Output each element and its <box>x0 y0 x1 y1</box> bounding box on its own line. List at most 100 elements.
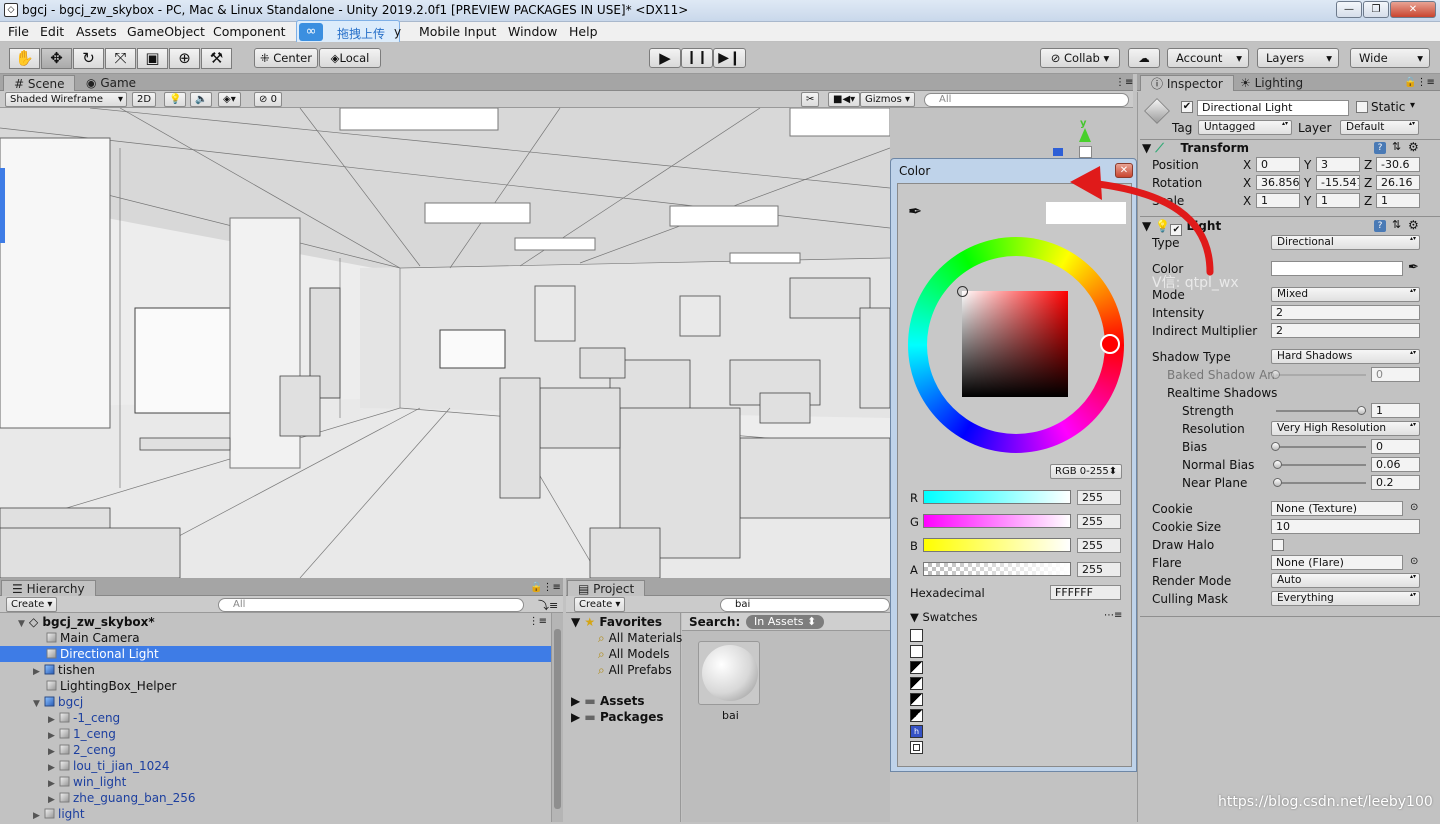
render-mode-dropdown[interactable]: Auto <box>1271 573 1420 588</box>
strength-slider-track[interactable] <box>1276 410 1366 412</box>
swatch-white[interactable] <box>910 645 923 658</box>
a-slider[interactable] <box>923 562 1071 576</box>
scale-x-field[interactable]: 1 <box>1256 193 1300 208</box>
cloud-services-button[interactable]: ☁ <box>1128 48 1160 68</box>
draw-halo-checkbox[interactable] <box>1272 539 1284 551</box>
favorites-row[interactable]: ▼ ★ Favorites <box>571 615 662 629</box>
resolution-dropdown[interactable]: Very High Resolution <box>1271 421 1420 436</box>
bias-field[interactable]: 0 <box>1371 439 1420 454</box>
pause-button[interactable]: ❙❙ <box>681 48 713 68</box>
menu-component[interactable]: Component <box>213 24 286 39</box>
baked-shadow-slider-knob[interactable] <box>1271 370 1280 379</box>
project-search-input[interactable]: bai <box>720 598 890 612</box>
swatches-label[interactable]: ▼ Swatches <box>910 610 977 624</box>
color-swatch-field[interactable] <box>1271 261 1403 276</box>
normal-bias-field[interactable]: 0.06 <box>1371 457 1420 472</box>
near-plane-slider-track[interactable] <box>1276 482 1366 484</box>
light-preset-icon[interactable]: ⇅ <box>1392 218 1401 231</box>
project-create-dropdown[interactable]: Create ▾ <box>574 597 626 612</box>
swatch-black-white[interactable] <box>910 693 923 706</box>
folder-row[interactable]: ▶ ▬ Packages <box>571 710 664 724</box>
scene-fx-dropdown-icon[interactable]: ◈▾ <box>218 92 241 107</box>
menu-mobile-input[interactable]: Mobile Input <box>419 24 496 39</box>
folder-row[interactable]: ▶ ▬ Assets <box>571 694 645 708</box>
flare-picker-icon[interactable]: ⊙ <box>1410 556 1418 567</box>
position-z-field[interactable]: -30.6 <box>1376 157 1420 172</box>
list-item[interactable]: ▶ lou_ti_jian_1024 <box>0 758 551 774</box>
light-settings-icon[interactable]: ⚙ <box>1408 218 1419 232</box>
position-x-field[interactable]: 0 <box>1256 157 1300 172</box>
near-plane-slider-knob[interactable] <box>1273 478 1282 487</box>
minimize-button[interactable]: — <box>1336 1 1362 18</box>
strength-field[interactable]: 1 <box>1371 403 1420 418</box>
scene-orientation-gizmo[interactable]: y <box>1050 118 1130 158</box>
rotation-z-field[interactable]: 26.16 <box>1376 175 1420 190</box>
active-checkbox[interactable]: ✔ <box>1181 101 1193 113</box>
swatch-black-white[interactable] <box>910 661 923 674</box>
hierarchy-search-input[interactable]: All <box>218 598 524 612</box>
hierarchy-lock-icon[interactable]: 🔒⋮≡ <box>530 582 561 593</box>
normal-bias-slider-knob[interactable] <box>1273 460 1282 469</box>
swatch-hdr[interactable]: h <box>910 725 923 738</box>
list-item[interactable]: Main Camera <box>0 630 551 646</box>
maximize-button[interactable]: ❐ <box>1363 1 1389 18</box>
transform-tool-icon[interactable]: ⊕ <box>169 48 200 69</box>
near-plane-field[interactable]: 0.2 <box>1371 475 1420 490</box>
hex-field[interactable]: FFFFFF <box>1050 585 1121 600</box>
scene-visibility-toggle[interactable]: ⊘ 0 <box>254 92 282 107</box>
transform-preset-icon[interactable]: ⇅ <box>1392 140 1401 153</box>
mode-dropdown[interactable]: Mixed <box>1271 287 1420 302</box>
rect-tool-icon[interactable]: ▣ <box>137 48 168 69</box>
layout-dropdown[interactable]: Wide ▾ <box>1350 48 1430 68</box>
baked-shadow-slider-track[interactable] <box>1276 374 1366 376</box>
swatch-black-white[interactable] <box>910 677 923 690</box>
rotation-y-field[interactable]: -15.547 <box>1316 175 1360 190</box>
scene-search-input[interactable]: All <box>924 93 1129 107</box>
tab-hierarchy[interactable]: ☰ Hierarchy <box>1 580 96 596</box>
static-checkbox[interactable] <box>1356 101 1368 113</box>
transform-settings-icon[interactable]: ⚙ <box>1408 140 1419 154</box>
hierarchy-scrollbar[interactable] <box>551 613 563 822</box>
list-item[interactable]: ▶ light <box>0 806 551 822</box>
hierarchy-create-dropdown[interactable]: Create ▾ <box>6 597 58 612</box>
r-slider[interactable] <box>923 490 1071 504</box>
step-button[interactable]: ▶❙ <box>713 48 746 68</box>
menu-assets[interactable]: Assets <box>76 24 117 39</box>
list-item[interactable]: ▶ win_light <box>0 774 551 790</box>
tab-project[interactable]: ▤ Project <box>567 580 646 596</box>
eyedropper-icon[interactable]: ✒ <box>1408 260 1419 275</box>
tab-scene[interactable]: # Scene <box>3 75 76 91</box>
favorite-item[interactable]: ⌕ All Materials <box>598 631 682 646</box>
menu-gameobject[interactable]: GameObject <box>127 24 205 39</box>
hierarchy-filter-icon[interactable]: ⤵≡ <box>538 597 558 613</box>
search-scope-dropdown[interactable]: In Assets ⬍ <box>746 615 824 629</box>
bias-slider-track[interactable] <box>1276 446 1366 448</box>
r-field[interactable]: 255 <box>1077 490 1121 505</box>
tab-inspector[interactable]: ⓘ Inspector <box>1140 75 1234 91</box>
list-item-selected[interactable]: Directional Light <box>0 646 551 662</box>
light-help-icon[interactable]: ? <box>1374 220 1386 232</box>
material-thumbnail[interactable] <box>698 641 760 705</box>
picker-eyedropper-icon[interactable]: ✒ <box>908 202 922 222</box>
scale-tool-icon[interactable]: ⤧ <box>105 48 136 69</box>
collab-dropdown[interactable]: ⊘ Collab ▾ <box>1040 48 1120 68</box>
swatches-menu-icon[interactable]: ⋯≡ <box>1104 610 1122 621</box>
list-item[interactable]: ▶ -1_ceng <box>0 710 551 726</box>
inspector-lock-icon[interactable]: 🔒⋮≡ <box>1404 77 1435 88</box>
normal-bias-slider-track[interactable] <box>1276 464 1366 466</box>
swatch-white[interactable] <box>910 629 923 642</box>
cookie-field[interactable]: None (Texture) <box>1271 501 1403 516</box>
baked-shadow-field[interactable]: 0 <box>1371 367 1420 382</box>
scene-root-row[interactable]: ▼ ◇ bgcj_zw_skybox* ⋮≡ <box>0 614 551 630</box>
a-field[interactable]: 255 <box>1077 562 1121 577</box>
list-item[interactable]: ▼ bgcj <box>0 694 551 710</box>
scene-viewport[interactable] <box>0 108 890 578</box>
tab-lighting[interactable]: ☀ Lighting <box>1230 75 1313 91</box>
scale-y-field[interactable]: 1 <box>1316 193 1360 208</box>
camera-dropdown-icon[interactable]: ■◀▾ <box>828 92 861 107</box>
add-swatch-button[interactable] <box>910 741 923 754</box>
custom-tool-icon[interactable]: ⚒ <box>201 48 232 69</box>
hue-marker[interactable] <box>1100 334 1120 354</box>
tab-game[interactable]: ◉ Game <box>76 75 146 91</box>
color-mode-dropdown[interactable]: RGB 0-255⬍ <box>1050 464 1122 479</box>
